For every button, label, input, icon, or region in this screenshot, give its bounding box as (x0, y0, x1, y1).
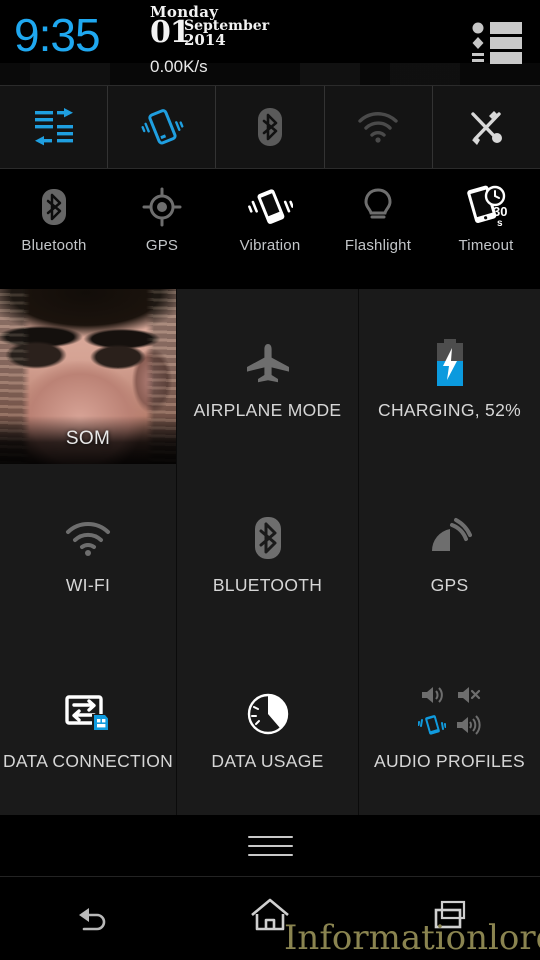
tile-data-connection[interactable]: DATA CONNECTION (0, 639, 176, 815)
bluetooth-icon (258, 108, 282, 146)
tile-label: CHARGING, 52% (378, 400, 521, 420)
drag-handle[interactable] (247, 829, 293, 863)
list-menu-icon[interactable] (470, 19, 524, 67)
watermark: Informationlord (284, 918, 540, 958)
quick-toggle-label: Flashlight (344, 237, 412, 254)
tile-data-usage[interactable]: DATA USAGE (177, 639, 358, 815)
quick-toggle-row: Bluetooth GPS Vibration Flashlight 30 s … (0, 169, 540, 289)
volume-on-icon[interactable] (419, 684, 445, 711)
tile-bluetooth[interactable]: BLUETOOTH (177, 464, 358, 639)
toggle-tab-vibration[interactable] (108, 86, 217, 168)
nav-back-button[interactable] (0, 877, 180, 952)
tile-label: SOM (65, 428, 111, 449)
volume-mute-icon[interactable] (455, 684, 481, 711)
quick-toggle-gps[interactable]: GPS (108, 169, 216, 289)
data-connection-icon (65, 683, 111, 745)
wifi-icon (358, 112, 398, 143)
gps-icon (142, 183, 182, 231)
drag-handle-line (247, 853, 293, 856)
screen-timeout-icon: 30 s (461, 183, 511, 231)
tile-label: AIRPLANE MODE (193, 400, 342, 420)
sliders-icon (34, 108, 73, 146)
tile-label: WI-FI (65, 575, 111, 595)
flashlight-icon (363, 183, 393, 231)
battery-charging-icon (434, 332, 466, 394)
network-speed-indicator: 0.00K/s (150, 57, 208, 76)
quick-toggle-label: Vibration (239, 237, 301, 254)
status-bar: 9:35 Monday 01 September 2014 0.00K/s (0, 0, 540, 85)
vibration-icon (141, 109, 184, 145)
quick-toggle-bluetooth[interactable]: Bluetooth (0, 169, 108, 289)
back-icon (79, 907, 106, 930)
tile-gps[interactable]: GPS (359, 464, 540, 639)
gps-satellite-icon (428, 507, 472, 569)
tile-label: AUDIO PROFILES (373, 750, 526, 771)
quick-toggle-label: Bluetooth (21, 237, 87, 254)
quick-toggle-label: GPS (145, 237, 179, 254)
tools-icon (471, 111, 503, 145)
tile-battery[interactable]: CHARGING, 52% (359, 289, 540, 464)
data-usage-pie-icon (247, 683, 289, 745)
wifi-icon (63, 507, 113, 569)
toggle-tab-strip (0, 85, 540, 169)
svg-text:s: s (497, 218, 503, 229)
toggle-tab-wifi[interactable] (325, 86, 433, 168)
tile-label: GPS (430, 575, 469, 595)
tile-label: DATA USAGE (211, 750, 324, 771)
airplane-icon (245, 332, 291, 394)
date-widget[interactable]: Monday 01 September 2014 (150, 4, 310, 50)
tile-label: BLUETOOTH (212, 575, 323, 595)
tile-audio-profiles[interactable]: AUDIO PROFILES (359, 639, 540, 815)
bluetooth-icon (252, 507, 284, 569)
panel-drag-area[interactable] (0, 815, 540, 877)
tile-wifi[interactable]: WI-FI (0, 464, 176, 639)
clock-widget[interactable]: 9:35 (14, 12, 101, 58)
quick-toggle-timeout[interactable]: 30 s Timeout (432, 169, 540, 289)
vibrate-icon[interactable] (417, 713, 446, 742)
toggle-tab-tools[interactable] (433, 86, 540, 168)
vibration-icon (247, 183, 293, 231)
quick-toggle-vibration[interactable]: Vibration (216, 169, 324, 289)
wallpaper-ghost-strip (0, 63, 540, 85)
toggle-tab-bluetooth[interactable] (216, 86, 325, 168)
tile-label: DATA CONNECTION (2, 750, 174, 771)
quick-toggle-label: Timeout (458, 237, 514, 254)
date-year: 2014 (184, 31, 226, 49)
tile-airplane-mode[interactable]: AIRPLANE MODE (177, 289, 358, 464)
toggle-tab-sliders[interactable] (0, 86, 109, 168)
quick-toggle-flashlight[interactable]: Flashlight (324, 169, 432, 289)
drag-handle-line (247, 835, 293, 838)
drag-handle-line (247, 844, 293, 847)
volume-loud-icon[interactable] (454, 714, 482, 741)
tile-profile[interactable]: SOM (0, 289, 176, 464)
bluetooth-icon (40, 183, 68, 231)
svg-text:30: 30 (493, 204, 507, 219)
tile-grid: SOM AIRPLANE MODE CHARGING, 52% WI-FI BL… (0, 289, 540, 815)
